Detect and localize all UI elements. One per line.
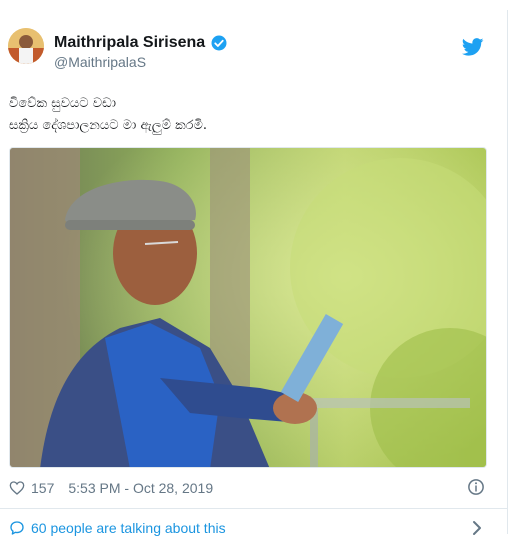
tweet-header: Maithripala Sirisena @MaithripalaS bbox=[8, 28, 500, 80]
tweet-photo[interactable] bbox=[9, 147, 487, 468]
tweet-timestamp[interactable]: 5:53 PM - Oct 28, 2019 bbox=[68, 480, 213, 496]
author-name-row[interactable]: Maithripala Sirisena bbox=[54, 32, 228, 54]
tweet-meta: 157 5:53 PM - Oct 28, 2019 bbox=[9, 478, 213, 498]
verified-badge-icon bbox=[211, 35, 227, 51]
tweet-text-line-1: විවේක සුවයට වඩා bbox=[9, 96, 117, 111]
avatar-image bbox=[8, 28, 44, 64]
author-name[interactable]: Maithripala Sirisena bbox=[54, 34, 205, 52]
tweet-text: විවේක සුවයට වඩා සක්‍රිය දේශපාලනයට මා ඇලු… bbox=[9, 93, 489, 137]
author-avatar[interactable] bbox=[8, 28, 44, 64]
photo-image bbox=[10, 148, 486, 467]
conversation-link[interactable]: 60 people are talking about this bbox=[9, 518, 226, 538]
tweet-text-line-2: සක්‍රිය දේශපාලනයට මා ඇලුම් කරමි. bbox=[9, 118, 208, 133]
twitter-bird-icon[interactable] bbox=[462, 38, 484, 56]
heart-icon[interactable] bbox=[9, 480, 25, 496]
like-count[interactable]: 157 bbox=[31, 480, 54, 496]
author-handle[interactable]: @MaithripalaS bbox=[54, 54, 146, 70]
info-icon[interactable] bbox=[467, 478, 485, 496]
tweet-card: Maithripala Sirisena @MaithripalaS විවේක… bbox=[0, 10, 508, 536]
footer-divider bbox=[0, 508, 508, 509]
